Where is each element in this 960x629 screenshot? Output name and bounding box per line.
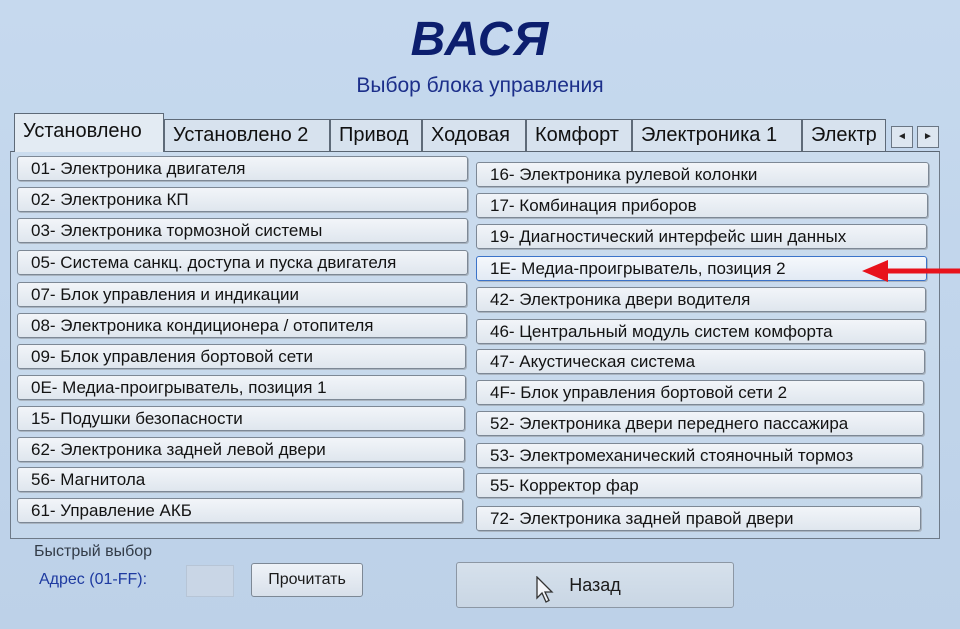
module-16-button[interactable]: 16- Электроника рулевой колонки [476, 162, 929, 187]
module-19-button[interactable]: 19- Диагностический интерфейс шин данных [476, 224, 927, 249]
tab-comfort[interactable]: Комфорт [526, 119, 632, 151]
module-62-button[interactable]: 62- Электроника задней левой двери [17, 437, 465, 462]
module-72-button[interactable]: 72- Электроника задней правой двери [476, 506, 921, 531]
module-61-button[interactable]: 61- Управление АКБ [17, 498, 463, 523]
module-52-button[interactable]: 52- Электроника двери переднего пассажир… [476, 411, 924, 436]
tab-installed[interactable]: Установлено [14, 113, 164, 152]
quick-select-group: Быстрый выбор Адрес (01-FF): Прочитать [18, 540, 378, 614]
module-42-button[interactable]: 42- Электроника двери водителя [476, 287, 926, 312]
page-subtitle: Выбор блока управления [356, 74, 604, 97]
tab-electronics-2[interactable]: Электр [802, 119, 886, 151]
module-09-button[interactable]: 09- Блок управления бортовой сети [17, 344, 466, 369]
tab-chassis[interactable]: Ходовая [422, 119, 526, 151]
tab-bar: Установлено Установлено 2 Привод Ходовая… [14, 113, 894, 153]
tab-installed-2[interactable]: Установлено 2 [164, 119, 330, 151]
module-46-button[interactable]: 46- Центральный модуль систем комфорта [476, 319, 926, 344]
module-03-button[interactable]: 03- Электроника тормозной системы [17, 218, 468, 243]
tab-scroll-right-icon[interactable]: ► [917, 126, 939, 148]
module-55-button[interactable]: 55- Корректор фар [476, 473, 922, 498]
module-53-button[interactable]: 53- Электромеханический стояночный тормо… [476, 443, 923, 468]
module-01-button[interactable]: 01- Электроника двигателя [17, 156, 468, 181]
address-label: Адрес (01-FF): [39, 571, 148, 588]
module-17-button[interactable]: 17- Комбинация приборов [476, 193, 928, 218]
mouse-cursor-icon [536, 576, 554, 603]
app-title: ВАСЯ [410, 13, 550, 66]
read-button[interactable]: Прочитать [251, 563, 363, 597]
module-56-button[interactable]: 56- Магнитола [17, 467, 464, 492]
module-15-button[interactable]: 15- Подушки безопасности [17, 406, 465, 431]
module-08-button[interactable]: 08- Электроника кондиционера / отопителя [17, 313, 467, 338]
tab-scroll-buttons: ◄ ► [891, 126, 941, 148]
app-window: ВАСЯ Выбор блока управления Установлено … [0, 0, 960, 629]
tab-drive[interactable]: Привод [330, 119, 422, 151]
module-07-button[interactable]: 07- Блок управления и индикации [17, 282, 467, 307]
back-button[interactable]: Назад [456, 562, 734, 608]
tab-electronics-1[interactable]: Электроника 1 [632, 119, 802, 151]
tab-scroll-left-icon[interactable]: ◄ [891, 126, 913, 148]
address-input[interactable] [186, 565, 234, 597]
module-47-button[interactable]: 47- Акустическая система [476, 349, 925, 374]
quick-select-title: Быстрый выбор [34, 543, 153, 560]
module-1e-button[interactable]: 1E- Медиа-проигрыватель, позиция 2 [476, 256, 927, 281]
module-02-button[interactable]: 02- Электроника КП [17, 187, 468, 212]
module-0e-button[interactable]: 0E- Медиа-проигрыватель, позиция 1 [17, 375, 466, 400]
module-05-button[interactable]: 05- Система санкц. доступа и пуска двига… [17, 250, 468, 275]
module-4f-button[interactable]: 4F- Блок управления бортовой сети 2 [476, 380, 924, 405]
annotation-arrow-icon [862, 260, 960, 282]
